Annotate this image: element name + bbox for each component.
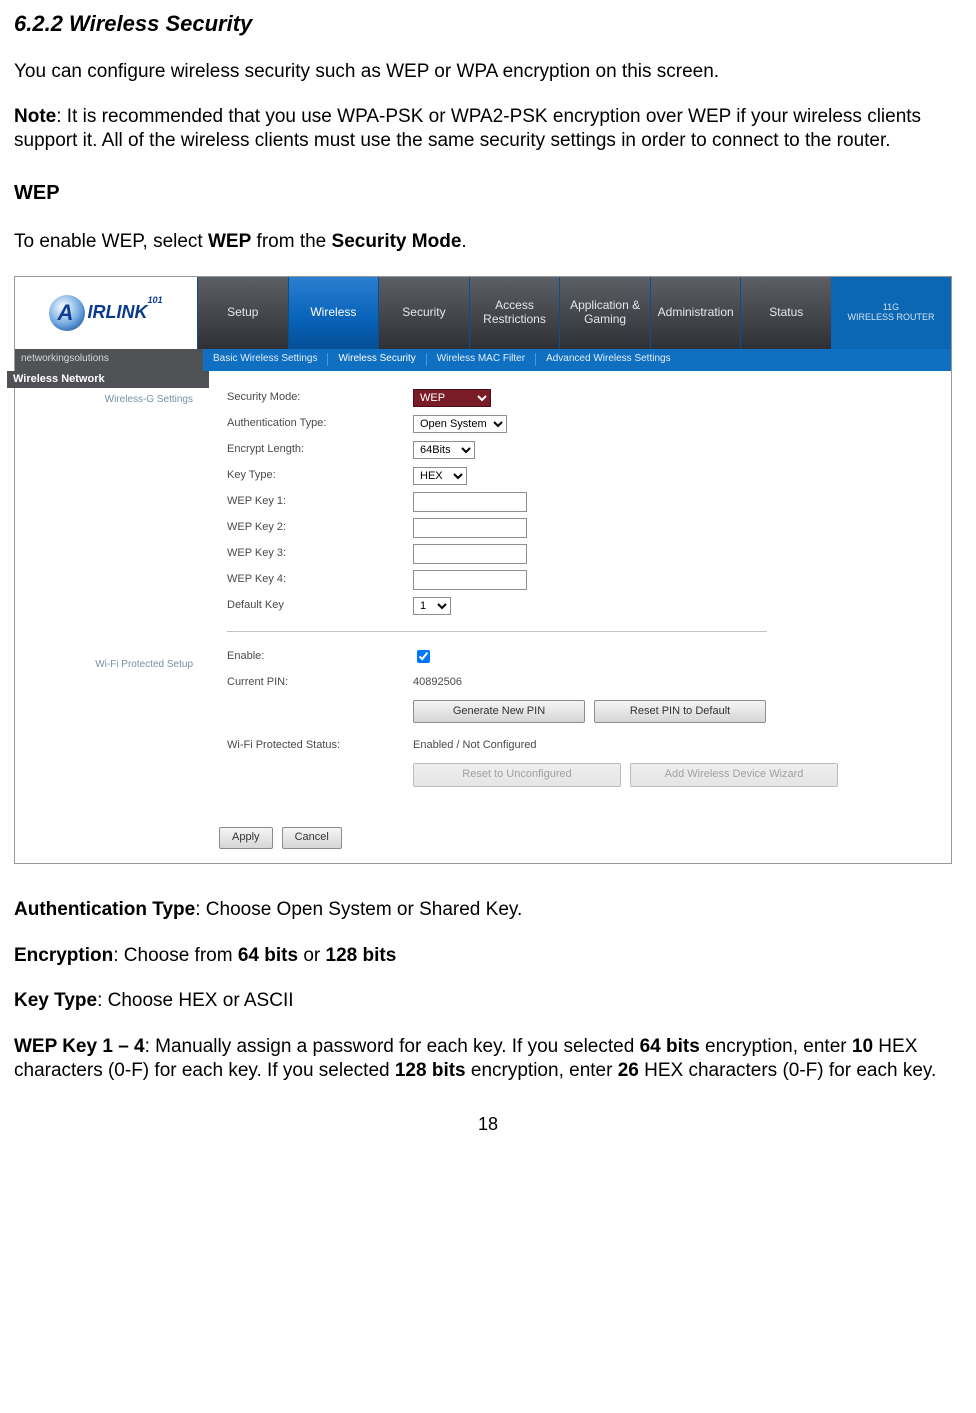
section-heading: 6.2.2 Wireless Security [14,10,962,38]
encrypt-length-select[interactable]: 64Bits [413,441,475,459]
wep-pre: To enable WEP, select [14,231,208,252]
form-column: Security Mode: WEP Authentication Type: … [205,371,951,818]
wep-key-1-label: WEP Key 1: [227,495,413,509]
wep-key-1-input[interactable] [413,492,527,512]
side-label-wps: Wi-Fi Protected Setup [15,659,197,672]
intro-paragraph: You can configure wireless security such… [14,60,962,84]
enc-b1: 64 bits [238,945,298,966]
wps-button-row: Reset to Unconfigured Add Wireless Devic… [227,763,931,787]
logo-area: IRLINK101 [15,277,197,349]
current-pin-value: 40892506 [413,676,462,690]
badge-line2: WIRELESS ROUTER [847,313,934,323]
tab-security[interactable]: Security [378,277,469,349]
key-type-label: Key Type: [227,469,413,483]
key-label: Key Type [14,990,97,1011]
tagline: networkingsolutions [15,349,203,371]
wep-mid2: from the [251,231,331,252]
tab-application-gaming[interactable]: Application & Gaming [559,277,650,349]
wep-end: . [461,231,466,252]
action-bar: Apply Cancel [15,817,951,863]
security-mode-select[interactable]: WEP [413,389,491,407]
note-paragraph: Note: It is recommended that you use WPA… [14,105,962,153]
tab-status[interactable]: Status [740,277,831,349]
subtab-mac-filter[interactable]: Wireless MAC Filter [427,353,536,366]
current-pin-label: Current PIN: [227,676,413,690]
reset-pin-button[interactable]: Reset PIN to Default [594,700,766,724]
sub-nav-row: networkingsolutions Basic Wireless Setti… [15,349,951,371]
wk-t4: encryption, enter [466,1060,618,1081]
subtab-advanced[interactable]: Advanced Wireless Settings [536,353,951,366]
product-badge: 11G WIRELESS ROUTER [831,277,951,349]
encryption-paragraph: Encryption: Choose from 64 bits or 128 b… [14,944,962,968]
tab-administration[interactable]: Administration [650,277,741,349]
side-label-wireless-g: Wireless-G Settings [15,394,197,407]
wps-status-value: Enabled / Not Configured [413,739,537,753]
pin-button-row: Generate New PIN Reset PIN to Default [227,700,931,724]
wep-bold2: Security Mode [332,231,462,252]
add-device-wizard-button[interactable]: Add Wireless Device Wizard [630,763,838,787]
key-type-select[interactable]: HEX [413,467,467,485]
wk-b2: 10 [852,1036,873,1057]
tab-access-restrictions[interactable]: Access Restrictions [469,277,560,349]
router-header: IRLINK101 Setup Wireless Security Access… [15,277,951,349]
wep-key-4-input[interactable] [413,570,527,590]
cancel-button[interactable]: Cancel [282,827,342,849]
subtab-basic[interactable]: Basic Wireless Settings [203,353,328,366]
wep-key-2-input[interactable] [413,518,527,538]
enc-t1: : Choose from [113,945,238,966]
reset-unconfigured-button[interactable]: Reset to Unconfigured [413,763,621,787]
wps-status-label: Wi-Fi Protected Status: [227,739,413,753]
wk-t1: : Manually assign a password for each ke… [145,1036,640,1057]
side-title: Wireless Network [7,371,209,389]
wep-key-3-label: WEP Key 3: [227,547,413,561]
content-row: Wireless Network Wireless-G Settings Wi-… [15,371,951,818]
main-tabs: Setup Wireless Security Access Restricti… [197,277,831,349]
security-mode-label: Security Mode: [227,391,413,405]
apply-button[interactable]: Apply [219,827,273,849]
brand-logo: IRLINK101 [49,295,162,331]
note-label: Note [14,106,56,127]
auth-label: Authentication Type [14,899,195,920]
brand-sub: 101 [147,295,162,305]
wk-b3: 128 bits [395,1060,466,1081]
logo-icon [49,295,85,331]
wep-bold1: WEP [208,231,251,252]
wep-key-2-label: WEP Key 2: [227,521,413,535]
default-key-select[interactable]: 1 [413,597,451,615]
side-column: Wireless Network Wireless-G Settings Wi-… [15,371,205,818]
auth-type-select[interactable]: Open System [413,415,507,433]
wep-heading: WEP [14,181,962,206]
tab-wireless[interactable]: Wireless [288,277,379,349]
subtab-wireless-security[interactable]: Wireless Security [328,353,426,366]
enc-b2: 128 bits [326,945,397,966]
auth-type-label: Authentication Type: [227,417,413,431]
wep-key-3-input[interactable] [413,544,527,564]
tab-setup[interactable]: Setup [197,277,288,349]
page-number: 18 [14,1113,962,1136]
sub-nav: Basic Wireless Settings Wireless Securit… [203,349,951,371]
note-text: : It is recommended that you use WPA-PSK… [14,106,921,151]
wk-b1: 64 bits [640,1036,700,1057]
wk-t5: HEX characters (0-F) for each key. [639,1060,936,1081]
key-text: : Choose HEX or ASCII [97,990,293,1011]
wk-t2: encryption, enter [700,1036,852,1057]
key-type-paragraph: Key Type: Choose HEX or ASCII [14,989,962,1013]
wps-enable-label: Enable: [227,650,413,664]
separator [227,631,767,632]
wep-key-paragraph: WEP Key 1 – 4: Manually assign a passwor… [14,1035,962,1083]
default-key-label: Default Key [227,599,413,613]
auth-text: : Choose Open System or Shared Key. [195,899,522,920]
router-screenshot: IRLINK101 Setup Wireless Security Access… [14,276,952,864]
wps-enable-checkbox[interactable] [417,650,430,663]
encrypt-length-label: Encrypt Length: [227,443,413,457]
wep-key-4-label: WEP Key 4: [227,573,413,587]
auth-type-paragraph: Authentication Type: Choose Open System … [14,898,962,922]
wk-label: WEP Key 1 – 4 [14,1036,145,1057]
enc-or: or [298,945,325,966]
wk-b4: 26 [618,1060,639,1081]
wep-enable-line: To enable WEP, select WEP from the Secur… [14,230,962,254]
enc-label: Encryption [14,945,113,966]
brand-text: IRLINK [87,301,147,321]
generate-pin-button[interactable]: Generate New PIN [413,700,585,724]
